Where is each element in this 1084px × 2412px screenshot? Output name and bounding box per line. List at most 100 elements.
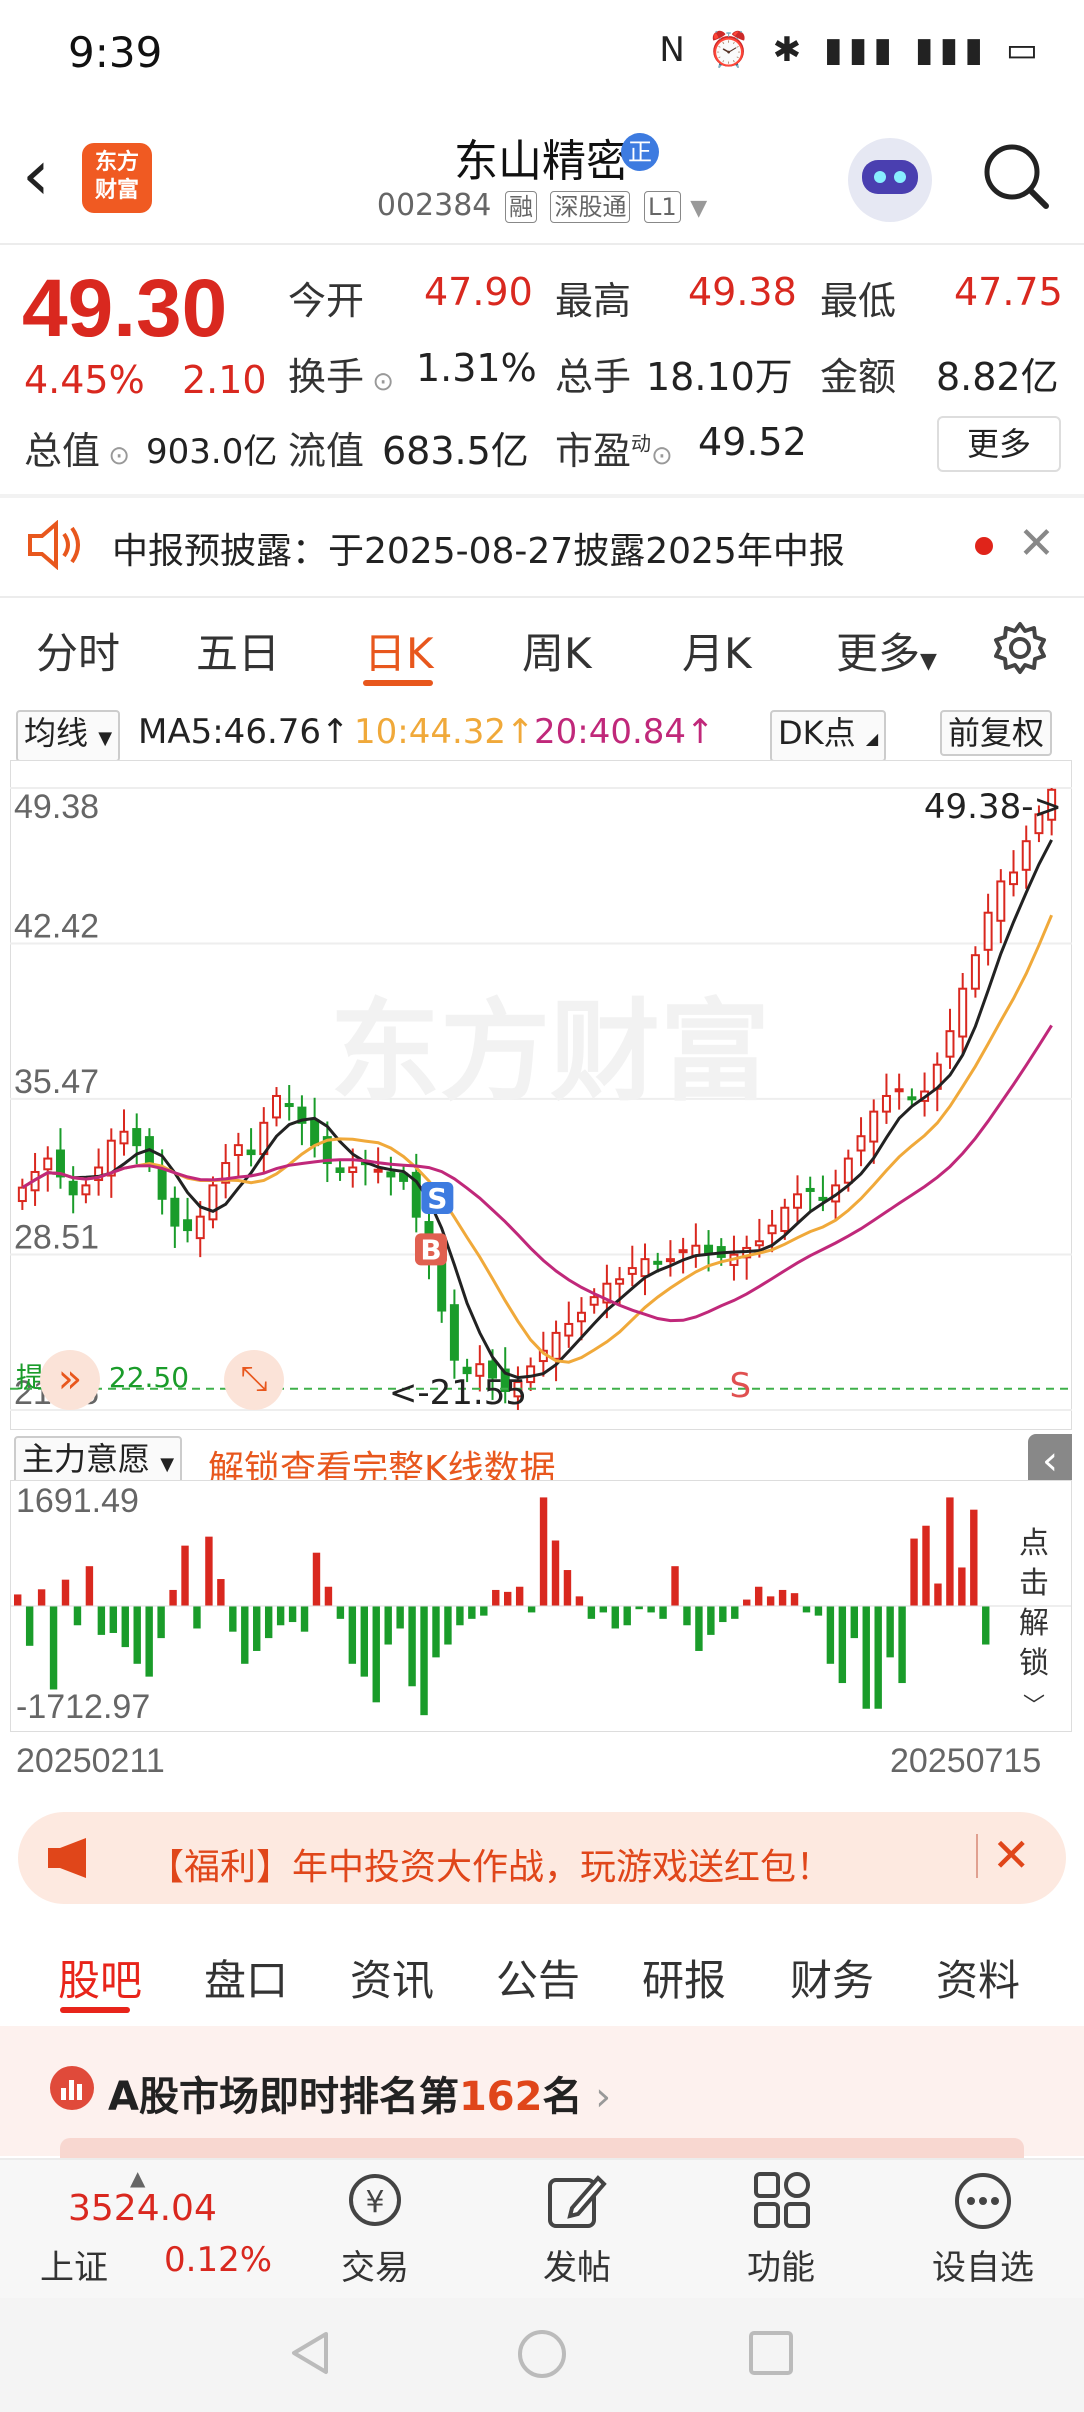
candle-body <box>996 880 1006 922</box>
turnover-value: 1.31% <box>416 346 537 390</box>
more-dots-icon[interactable] <box>952 2170 1014 2236</box>
candle-body <box>627 1267 637 1275</box>
force-bar <box>324 1586 333 1606</box>
candle-body <box>81 1184 91 1196</box>
tab-announcement[interactable]: 公告 <box>496 1947 580 2008</box>
candle-body <box>170 1197 180 1227</box>
tab-five-day[interactable]: 五日 <box>196 620 280 681</box>
force-bar <box>515 1586 524 1606</box>
tab-profile[interactable]: 资料 <box>936 1947 1020 2008</box>
candle-body <box>195 1215 205 1240</box>
tab-guba[interactable]: 股吧 <box>58 1947 142 2008</box>
expand-left-icon[interactable]: » <box>40 1350 100 1410</box>
dk-label: DK点 <box>778 714 856 752</box>
candle-body <box>894 1088 904 1093</box>
y-tick-label: 28.51 <box>14 1218 99 1256</box>
gear-icon[interactable] <box>992 620 1048 680</box>
more-button[interactable]: 更多 <box>937 416 1061 472</box>
force-bar <box>898 1606 906 1684</box>
tab-intraday[interactable]: 分时 <box>36 620 120 681</box>
candle-body <box>564 1322 574 1337</box>
home-circle-icon[interactable] <box>516 2328 568 2384</box>
signal-label: S <box>730 1366 752 1406</box>
dk-point-button[interactable]: DK点 ◢ <box>770 710 887 762</box>
dropdown-triangle-icon[interactable]: ▼ <box>690 196 707 221</box>
force-bar <box>982 1606 990 1645</box>
force-bar <box>754 1586 763 1606</box>
force-bar <box>826 1606 835 1664</box>
tab-day-k[interactable]: 日K <box>364 620 434 681</box>
bar-chart-icon <box>50 2066 94 2110</box>
force-bar <box>790 1593 799 1606</box>
back-triangle-icon[interactable] <box>286 2328 336 2382</box>
adjust-button[interactable]: 前复权 <box>940 710 1053 756</box>
candle-body <box>373 1168 383 1173</box>
candle-body <box>958 987 968 1038</box>
promo-text[interactable]: 【福利】年中投资大作战，玩游戏送红包！ <box>148 1838 832 1890</box>
ma10-value: 10:44.32↑ <box>354 712 535 752</box>
force-bar <box>384 1606 392 1645</box>
main-force-chart[interactable]: 1691.49 -1712.97 <box>10 1480 1072 1732</box>
side-unlock-button[interactable]: 点击解锁 ﹀ <box>1006 1524 1062 1727</box>
force-bar <box>623 1606 631 1626</box>
candle-body <box>983 911 993 951</box>
force-bar <box>121 1606 129 1648</box>
nav-functions[interactable]: 功能 <box>706 2240 856 2289</box>
tab-month-k[interactable]: 月K <box>682 620 752 681</box>
info-icon[interactable]: ⊙ <box>364 367 394 397</box>
close-icon[interactable]: ✕ <box>1018 518 1055 569</box>
stock-code: 002384 <box>376 188 492 223</box>
rank-text[interactable]: A股市场即时排名第162名 › <box>108 2064 611 2122</box>
tab-week-k[interactable]: 周K <box>522 620 592 681</box>
tag-connect: 深股通 <box>550 191 631 223</box>
tab-news[interactable]: 资讯 <box>350 1947 434 2008</box>
pe-value: 49.52 <box>698 420 807 464</box>
ma20-value: 20:40.84↑ <box>534 712 715 752</box>
candle-body <box>843 1157 853 1184</box>
stock-name-text: 东山精密 <box>454 136 630 187</box>
force-bar <box>707 1606 715 1635</box>
tag-level[interactable]: L1 <box>644 191 681 223</box>
bottom-tab-indicator <box>60 2007 130 2013</box>
search-icon[interactable] <box>980 140 1052 216</box>
tab-pankou[interactable]: 盘口 <box>204 1947 288 2008</box>
kline-chart[interactable]: 东方财富 49.3842.4235.4728.5121.55 提醒价 22.50… <box>10 760 1072 1430</box>
candle-body <box>665 1258 675 1263</box>
force-bar <box>444 1606 452 1645</box>
force-bar <box>743 1599 751 1606</box>
candle-body <box>551 1331 561 1360</box>
force-bar <box>886 1606 894 1658</box>
candle-body <box>17 1186 27 1203</box>
trade-icon[interactable]: ¥ <box>340 2170 410 2236</box>
y-tick-label: 42.42 <box>14 908 99 946</box>
y-tick-label: 35.47 <box>14 1063 99 1101</box>
force-bar <box>97 1606 106 1635</box>
ma-legend-row: 均线 ▼ MA5:46.76↑ 10:44.32↑ 20:40.84↑ DK点 … <box>10 708 1074 762</box>
index-pct[interactable]: 0.12% <box>164 2240 272 2280</box>
force-bar <box>862 1606 870 1709</box>
close-icon[interactable]: ✕ <box>992 1828 1031 1882</box>
index-name[interactable]: 上证 <box>40 2240 108 2289</box>
signal-label: B <box>420 1233 441 1266</box>
force-bar <box>611 1606 619 1629</box>
candle-body <box>119 1130 129 1145</box>
nav-trade[interactable]: 交易 <box>300 2240 450 2289</box>
indicator-select[interactable]: 均线 ▼ <box>16 710 121 762</box>
force-bar <box>73 1606 82 1626</box>
status-time: 9:39 <box>68 28 163 77</box>
tab-more[interactable]: 更多▼ <box>836 620 937 681</box>
tab-finance[interactable]: 财务 <box>790 1947 874 2008</box>
compose-icon[interactable] <box>544 2170 608 2236</box>
tab-research[interactable]: 研报 <box>642 1947 726 2008</box>
info-icon[interactable]: ⊙ <box>100 441 130 471</box>
notice-text[interactable]: 中报预披露：于2025-08-27披露2025年中报 <box>112 522 845 574</box>
fullscreen-icon[interactable]: ⤡ <box>224 1350 284 1410</box>
recents-square-icon[interactable] <box>748 2330 794 2380</box>
info-icon[interactable]: ⊙ <box>651 441 673 471</box>
apps-grid-icon[interactable] <box>752 2170 812 2234</box>
nav-post[interactable]: 发帖 <box>502 2240 652 2289</box>
candle-body <box>678 1249 688 1254</box>
nav-watchlist[interactable]: 设自选 <box>908 2240 1058 2289</box>
index-value[interactable]: 3524.04 <box>68 2188 217 2229</box>
force-bar <box>288 1606 297 1623</box>
